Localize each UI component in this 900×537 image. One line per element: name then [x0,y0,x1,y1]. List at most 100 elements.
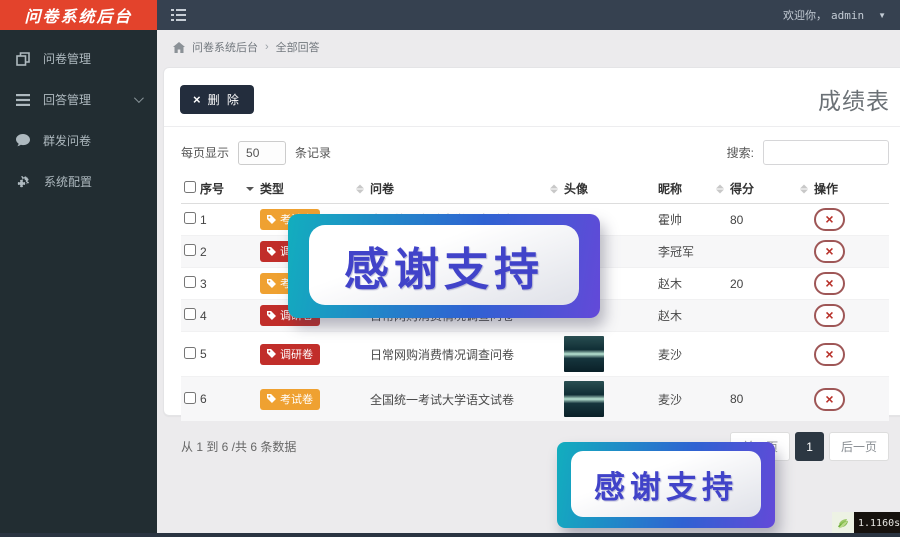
topbar: 问卷系统后台 欢迎你，admin ▼ [0,0,900,30]
copy-icon [16,52,30,66]
row-checkbox[interactable] [184,244,196,256]
render-time-badge: 1.1160s [832,512,900,534]
delete-row-button[interactable]: × [814,240,845,263]
row-index: 3 [197,268,257,300]
tag-icon [267,394,276,403]
app-logo: 问卷系统后台 [0,0,157,30]
nickname-cell: 麦沙 [655,332,727,377]
sidebar-item-answer-mgmt[interactable]: 回答管理 [0,79,157,120]
tag-icon [267,215,276,224]
row-checkbox[interactable] [184,347,196,359]
watermark-center: 感谢支持 [288,214,600,318]
delete-row-button[interactable]: × [814,388,845,411]
nickname-cell: 麦沙 [655,377,727,422]
row-index: 1 [197,204,257,236]
delete-row-button[interactable]: × [814,304,845,327]
page-title: 成绩表 [818,82,890,116]
column-header-index[interactable]: 序号 [197,174,257,204]
row-checkbox[interactable] [184,392,196,404]
breadcrumb: 问卷系统后台 › 全部回答 [157,30,900,64]
watermark-text: 感谢支持 [571,451,761,517]
tag-icon [267,311,276,320]
sidebar-item-bulk-send[interactable]: 群发问卷 [0,120,157,161]
nickname-cell: 赵木 [655,300,727,332]
score-cell [727,236,811,268]
pagination-page-1-button[interactable]: 1 [795,432,824,461]
delete-row-button[interactable]: × [814,208,845,231]
leaf-logo-icon [832,512,854,534]
row-index: 2 [197,236,257,268]
page-size-input[interactable] [238,141,286,165]
sort-icon [246,187,254,191]
breadcrumb-home[interactable]: 问卷系统后台 [192,39,258,55]
column-header-avatar: 头像 [561,174,655,204]
sidebar-toggle-icon[interactable] [171,9,186,21]
row-checkbox[interactable] [184,276,196,288]
column-header-actions: 操作 [811,174,889,204]
bottom-edge-bar [0,533,900,537]
sidebar-item-system-config[interactable]: 系统配置 [0,161,157,202]
score-cell [727,300,811,332]
sidebar-item-label: 系统配置 [44,173,92,190]
row-checkbox[interactable] [184,212,196,224]
sort-icon [550,184,558,193]
username: admin [831,9,864,22]
top-navbar: 欢迎你，admin ▼ [157,0,900,30]
page-size-suffix: 条记录 [295,144,331,161]
close-icon: × [193,92,201,107]
breadcrumb-separator: › [265,41,269,53]
nickname-cell: 赵木 [655,268,727,300]
table-row: 6 考试卷 全国统一考试大学语文试卷 麦沙 80 × [181,377,889,422]
row-index: 5 [197,332,257,377]
avatar [564,381,604,417]
nickname-cell: 李冠军 [655,236,727,268]
sidebar: 问卷管理 回答管理 群发问卷 系统配置 [0,30,157,533]
table-controls: 每页显示 条记录 搜索: [164,127,900,174]
sort-icon [716,184,724,193]
avatar [564,336,604,372]
column-header-questionnaire[interactable]: 问卷 [367,174,561,204]
type-badge: 调研卷 [260,344,320,365]
column-header-nickname[interactable]: 昵称 [655,174,727,204]
records-info: 从 1 到 6 /共 6 条数据 [181,438,296,455]
sort-icon [356,184,364,193]
chevron-down-icon: ▼ [878,11,886,20]
nickname-cell: 霍帅 [655,204,727,236]
watermark-bottom: 感谢支持 [557,442,775,528]
row-checkbox[interactable] [184,308,196,320]
page-size-prefix: 每页显示 [181,144,229,161]
sidebar-item-questionnaire-mgmt[interactable]: 问卷管理 [0,38,157,79]
score-cell: 80 [727,377,811,422]
score-cell: 20 [727,268,811,300]
pagination-next-button[interactable]: 后一页 [829,432,889,461]
type-badge: 考试卷 [260,389,320,410]
breadcrumb-current: 全部回答 [276,39,320,55]
questionnaire-cell: 全国统一考试大学语文试卷 [367,377,561,422]
search-input[interactable] [763,140,889,165]
questionnaire-cell: 日常网购消费情况调查问卷 [367,332,561,377]
column-header-type[interactable]: 类型 [257,174,367,204]
watermark-text: 感谢支持 [309,225,579,305]
score-cell [727,332,811,377]
tag-icon [267,279,276,288]
row-index: 6 [197,377,257,422]
comment-icon [16,134,30,147]
tag-icon [267,247,276,256]
delete-selected-button[interactable]: × 删 除 [180,85,254,114]
delete-row-button[interactable]: × [814,272,845,295]
table-row: 5 调研卷 日常网购消费情况调查问卷 麦沙 × [181,332,889,377]
user-menu[interactable]: 欢迎你，admin ▼ [783,7,886,23]
table-header-row: 序号 类型 问卷 头像 昵称 得分 操作 [181,174,889,204]
column-header-score[interactable]: 得分 [727,174,811,204]
select-all-checkbox[interactable] [184,181,196,193]
card-header: × 删 除 成绩表 [164,68,900,127]
tag-icon [267,349,276,358]
sidebar-item-label: 群发问卷 [43,132,91,149]
delete-row-button[interactable]: × [814,343,845,366]
render-time-text: 1.1160s [854,512,900,534]
sidebar-item-label: 问卷管理 [43,50,91,67]
row-index: 4 [197,300,257,332]
sidebar-item-label: 回答管理 [43,91,91,108]
score-cell: 80 [727,204,811,236]
table-footer: 从 1 到 6 /共 6 条数据 前一页 1 后一页 [164,421,900,472]
